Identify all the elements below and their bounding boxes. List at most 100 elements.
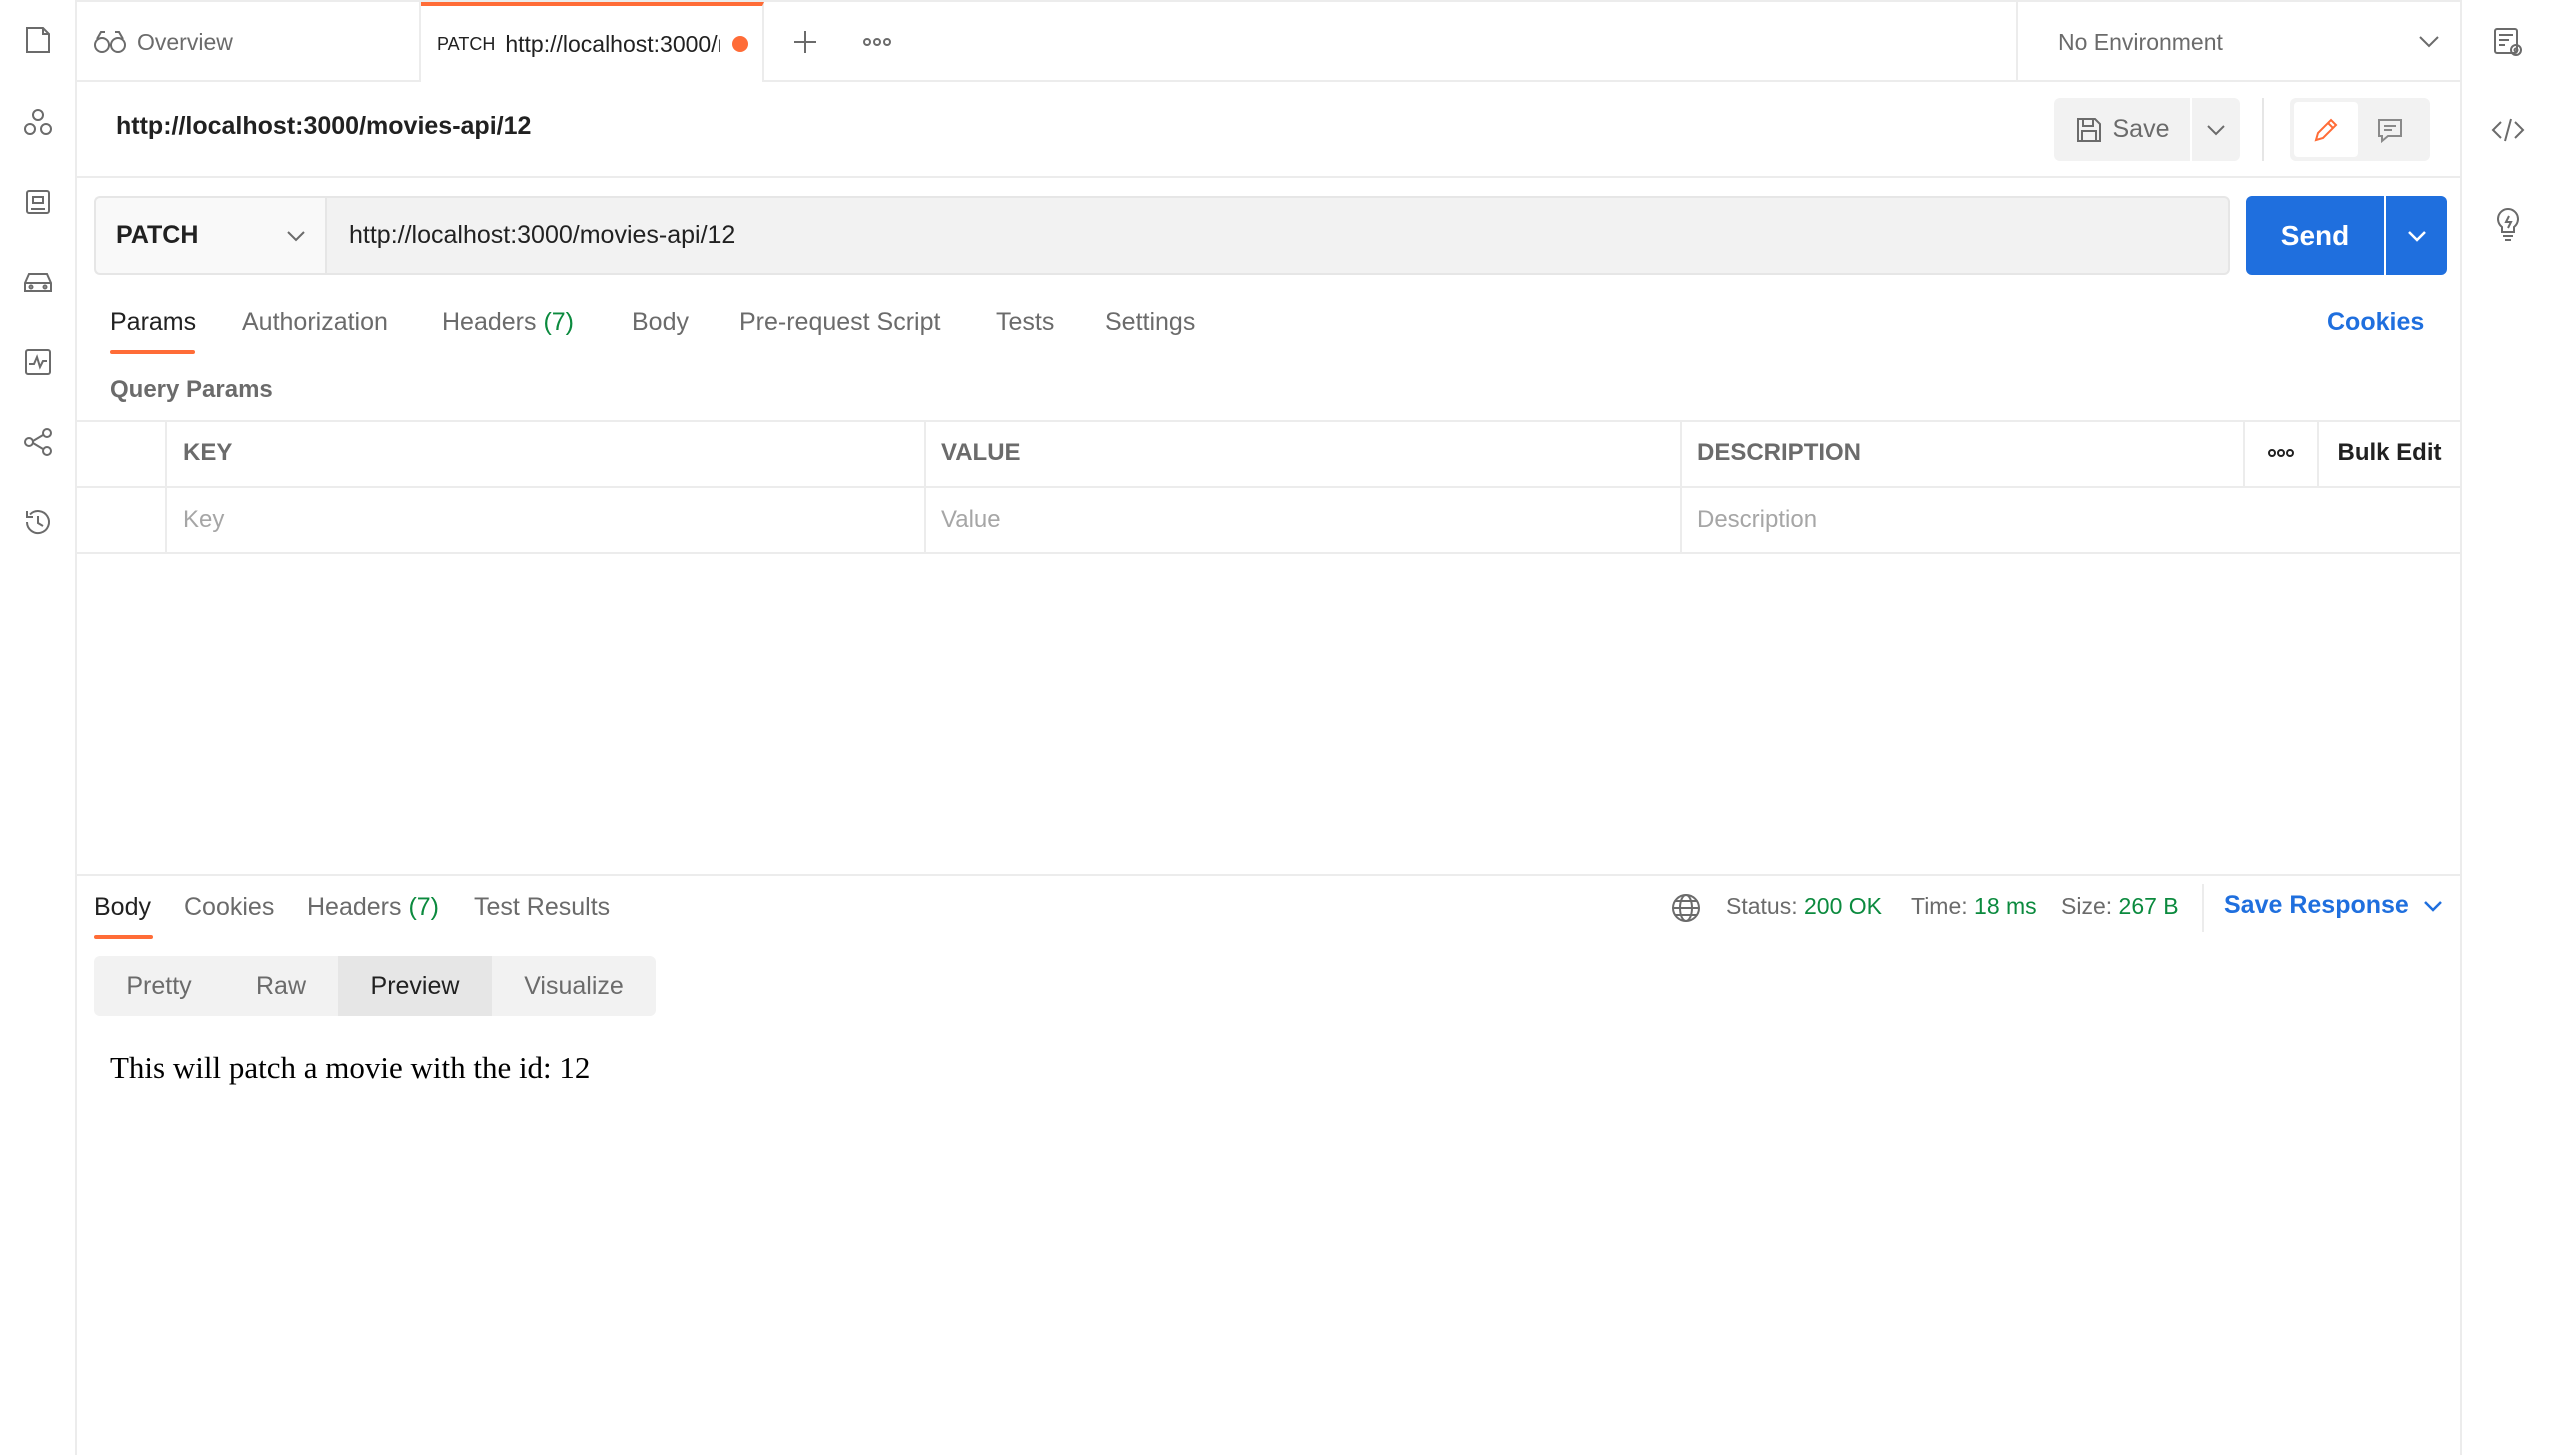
status-value: 200 OK	[1804, 893, 1882, 919]
monitors-icon[interactable]	[20, 344, 56, 380]
left-sidebar	[0, 0, 77, 1455]
save-options-button[interactable]	[2192, 98, 2240, 161]
save-response-button[interactable]: Save Response	[2224, 891, 2443, 920]
flows-icon[interactable]	[20, 424, 56, 460]
table-border-top	[77, 420, 2460, 422]
bulk-edit-button[interactable]: Bulk Edit	[2319, 420, 2460, 486]
history-icon[interactable]	[20, 504, 56, 540]
tab-pre-request-script-label: Pre-request Script	[739, 308, 941, 336]
tab-params-label: Params	[110, 308, 197, 336]
tab-body-label: Body	[632, 308, 689, 336]
tab-tests[interactable]: Tests	[996, 308, 1054, 337]
tab-options-button[interactable]	[859, 24, 895, 60]
response-active-tab-indicator	[94, 935, 153, 939]
save-icon	[2075, 116, 2103, 144]
chevron-down-icon	[286, 230, 306, 242]
save-label: Save	[2112, 115, 2170, 143]
right-sidebar	[2460, 0, 2555, 1455]
send-button[interactable]: Send	[2246, 196, 2384, 275]
chevron-down-icon	[2206, 124, 2226, 136]
size-label: Size:	[2061, 893, 2113, 919]
comment-icon	[2376, 117, 2404, 143]
chevron-down-icon	[2418, 35, 2440, 49]
response-tab-cookies-label: Cookies	[184, 893, 275, 921]
globe-icon[interactable]	[1670, 892, 1702, 924]
edit-mode-button[interactable]	[2294, 102, 2358, 157]
response-tab-body-label: Body	[94, 893, 151, 921]
request-title[interactable]: http://localhost:3000/movies-api/12	[116, 112, 531, 141]
response-tab-body[interactable]: Body	[94, 893, 151, 922]
view-mode-preview[interactable]: Preview	[338, 956, 492, 1016]
mock-servers-icon[interactable]	[20, 264, 56, 300]
new-tab-button[interactable]	[787, 24, 823, 60]
pencil-icon	[2312, 116, 2340, 144]
time-label: Time:	[1911, 893, 1968, 919]
tab-params[interactable]: Params	[110, 308, 196, 337]
environments-icon[interactable]	[20, 184, 56, 220]
view-mode-selector: Pretty Raw Preview Visualize	[94, 956, 656, 1016]
tab-url-label: http://localhost:3000/movies-api/12	[505, 30, 720, 57]
collections-icon[interactable]	[20, 22, 56, 58]
value-column-header: VALUE	[941, 439, 1021, 466]
mode-toggle	[2290, 98, 2430, 161]
query-params-label: Query Params	[110, 376, 273, 403]
tab-overview-label: Overview	[137, 28, 233, 55]
tab-body[interactable]: Body	[632, 308, 689, 337]
tab-overview[interactable]: Overview	[77, 2, 421, 82]
send-options-button[interactable]	[2386, 196, 2447, 275]
apis-icon[interactable]	[20, 104, 56, 140]
table-col-divider	[1680, 420, 1682, 554]
table-col-divider	[165, 420, 167, 554]
environment-select[interactable]: No Environment	[2016, 2, 2460, 82]
method-select[interactable]: PATCH	[94, 196, 325, 275]
tab-tests-label: Tests	[996, 308, 1055, 336]
view-mode-pretty[interactable]: Pretty	[94, 956, 224, 1016]
meta-divider	[2202, 884, 2204, 932]
tab-headers[interactable]: Headers (7)	[442, 308, 574, 337]
tab-headers-label: Headers	[442, 308, 537, 336]
tab-settings-label: Settings	[1105, 308, 1196, 336]
column-options-button[interactable]	[2245, 420, 2317, 486]
response-divider[interactable]	[77, 874, 2460, 876]
url-input[interactable]	[325, 196, 2230, 275]
key-column-header: KEY	[183, 439, 233, 466]
code-icon[interactable]	[2488, 110, 2528, 150]
unsaved-indicator-icon	[732, 36, 749, 52]
tab-request-active[interactable]: PATCH http://localhost:3000/movies-api/1…	[421, 2, 764, 82]
save-button[interactable]: Save	[2054, 98, 2190, 161]
tab-headers-count: (7)	[543, 308, 575, 336]
tab-method-label: PATCH	[437, 33, 496, 54]
tab-settings[interactable]: Settings	[1105, 308, 1195, 337]
param-value-input[interactable]	[941, 488, 1671, 552]
comments-mode-button[interactable]	[2358, 102, 2422, 157]
response-time[interactable]: Time: 18 ms	[1911, 893, 2037, 920]
toolbar-divider	[2262, 98, 2264, 161]
table-col-divider	[924, 420, 926, 554]
lightbulb-icon[interactable]	[2488, 204, 2528, 244]
response-tab-headers-count: (7)	[408, 893, 440, 921]
cookies-link[interactable]: Cookies	[2327, 308, 2424, 337]
chevron-down-icon	[2407, 230, 2427, 242]
response-tab-headers-label: Headers	[307, 893, 402, 921]
table-border-bottom	[77, 552, 2460, 554]
size-value: 267 B	[2118, 893, 2179, 919]
header-divider	[77, 176, 2460, 178]
more-options-icon	[2267, 448, 2295, 458]
view-mode-raw[interactable]: Raw	[224, 956, 338, 1016]
time-value: 18 ms	[1974, 893, 2037, 919]
tab-authorization[interactable]: Authorization	[242, 308, 388, 337]
view-mode-visualize[interactable]: Visualize	[492, 956, 656, 1016]
environment-quick-look-icon[interactable]	[2488, 22, 2528, 62]
param-description-input[interactable]	[1697, 488, 2437, 552]
response-size[interactable]: Size: 267 B	[2061, 893, 2179, 920]
tab-authorization-label: Authorization	[242, 308, 388, 336]
param-key-input[interactable]	[183, 488, 913, 552]
response-tab-headers[interactable]: Headers (7)	[307, 893, 439, 922]
response-status[interactable]: Status: 200 OK	[1726, 893, 1882, 920]
tab-pre-request-script[interactable]: Pre-request Script	[739, 308, 940, 337]
response-preview-text: This will patch a movie with the id: 12	[110, 1050, 591, 1085]
status-label: Status:	[1726, 893, 1798, 919]
response-tab-cookies[interactable]: Cookies	[184, 893, 274, 922]
overview-icon	[93, 29, 127, 55]
response-tab-test-results[interactable]: Test Results	[474, 893, 610, 922]
